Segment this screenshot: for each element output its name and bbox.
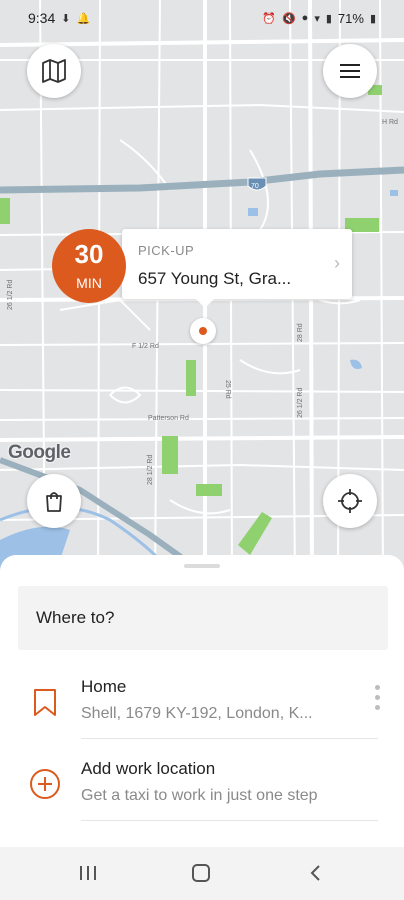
add-work-subtitle: Get a taxi to work in just one step — [81, 787, 318, 804]
eta-value: 30 — [74, 239, 104, 269]
home-button[interactable] — [181, 857, 221, 889]
system-navigation-bar — [0, 847, 404, 900]
svg-text:26 1/2 Rd: 26 1/2 Rd — [7, 280, 14, 310]
svg-text:F 1/2 Rd: F 1/2 Rd — [132, 343, 159, 350]
chevron-right-icon: › — [334, 253, 340, 273]
map-layers-button[interactable] — [27, 44, 81, 98]
battery-percent: 71% — [337, 10, 364, 26]
highway-shield-icon: 70 — [247, 177, 267, 191]
svg-text:Patterson Rd: Patterson Rd — [148, 415, 189, 422]
back-chevron-icon — [310, 865, 320, 881]
shopping-button[interactable] — [27, 474, 81, 528]
eta-unit: MIN — [76, 275, 102, 291]
pickup-label: PICK-UP — [138, 243, 195, 258]
eta-badge: 30 MIN — [52, 229, 126, 303]
recent-apps-icon — [80, 866, 96, 880]
back-button[interactable] — [295, 857, 335, 889]
location-icon: ● — [301, 12, 309, 24]
home-address: Shell, 1679 KY-192, London, K... — [81, 705, 313, 722]
add-circle-icon — [30, 769, 60, 799]
signal-icon: ▮ — [325, 12, 332, 25]
home-title: Home — [81, 677, 127, 696]
pickup-pin-icon[interactable] — [190, 318, 216, 344]
where-to-search[interactable]: Where to? — [18, 586, 388, 650]
bottom-sheet: Where to? Home Shell, 1679 KY-192, Londo… — [0, 555, 404, 847]
crosshair-icon — [338, 489, 362, 513]
svg-text:26 1/2 Rd: 26 1/2 Rd — [297, 388, 304, 418]
pickup-card[interactable]: PICK-UP 657 Young St, Gra... › — [122, 229, 352, 308]
google-logo: Google — [8, 442, 71, 463]
svg-text:28 Rd: 28 Rd — [297, 323, 304, 342]
svg-text:70: 70 — [251, 183, 259, 190]
saved-place-add-work[interactable]: Add work location Get a taxi to work in … — [0, 739, 404, 821]
recent-apps-button[interactable] — [68, 857, 108, 889]
wifi-icon: ▾ — [314, 12, 320, 25]
pickup-address: 657 Young St, Gra... — [138, 269, 292, 288]
notification-bell-icon: 🔔 — [76, 12, 91, 25]
saved-place-home[interactable]: Home Shell, 1679 KY-192, London, K... — [0, 657, 404, 739]
more-options-icon[interactable] — [372, 685, 382, 715]
hamburger-menu-icon — [340, 64, 360, 78]
add-work-title: Add work location — [81, 759, 216, 778]
sheet-drag-handle[interactable] — [184, 564, 220, 568]
recenter-location-button[interactable] — [323, 474, 377, 528]
svg-text:25 Rd: 25 Rd — [224, 380, 231, 399]
shopping-bag-icon — [46, 492, 62, 512]
status-bar: 9:34 ⬇ 🔔 ⏰ 🔇 ● ▾ ▮ 71% ▮ — [0, 0, 404, 36]
menu-button[interactable] — [323, 44, 377, 98]
status-time: 9:34 — [28, 10, 56, 26]
download-icon: ⬇ — [61, 12, 71, 25]
bookmark-icon — [34, 689, 56, 716]
divider — [81, 820, 378, 821]
svg-text:28 1/2 Rd: 28 1/2 Rd — [147, 455, 154, 485]
map-icon — [42, 59, 66, 83]
svg-text:H Rd: H Rd — [382, 119, 398, 126]
battery-icon: ▮ — [369, 12, 376, 25]
mute-icon: 🔇 — [281, 12, 296, 25]
alarm-icon: ⏰ — [262, 12, 276, 25]
where-to-label: Where to? — [36, 608, 115, 627]
home-square-icon — [192, 864, 210, 882]
